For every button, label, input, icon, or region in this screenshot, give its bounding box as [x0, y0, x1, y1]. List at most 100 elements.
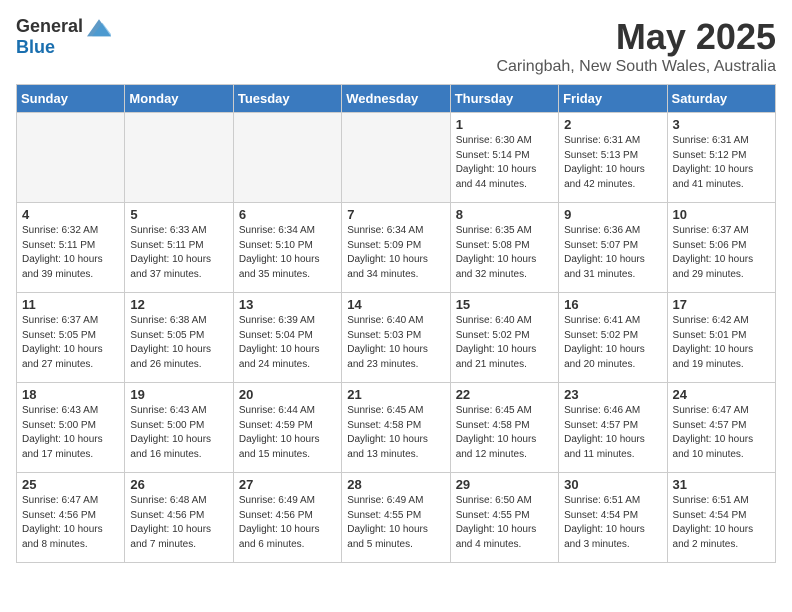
day-number: 18: [22, 387, 119, 402]
day-info: Sunrise: 6:33 AMSunset: 5:11 PMDaylight:…: [130, 224, 227, 282]
logo: General Blue: [16, 16, 111, 58]
day-number: 8: [456, 207, 553, 222]
weekday-header: Thursday: [450, 85, 558, 113]
day-number: 30: [564, 477, 661, 492]
day-number: 19: [130, 387, 227, 402]
day-info: Sunrise: 6:47 AMSunset: 4:57 PMDaylight:…: [673, 404, 770, 462]
day-info: Sunrise: 6:43 AMSunset: 5:00 PMDaylight:…: [22, 404, 119, 462]
calendar-cell: 24 Sunrise: 6:47 AMSunset: 4:57 PMDayligh…: [667, 383, 775, 473]
calendar-cell: 11 Sunrise: 6:37 AMSunset: 5:05 PMDayligh…: [17, 293, 125, 383]
day-info: Sunrise: 6:49 AMSunset: 4:56 PMDaylight:…: [239, 494, 336, 552]
calendar-week-row: 25 Sunrise: 6:47 AMSunset: 4:56 PMDayligh…: [17, 473, 776, 563]
day-number: 7: [347, 207, 444, 222]
day-info: Sunrise: 6:43 AMSunset: 5:00 PMDaylight:…: [130, 404, 227, 462]
calendar-cell: 9Sunrise: 6:36 AMSunset: 5:07 PMDaylight…: [559, 203, 667, 293]
weekday-header: Sunday: [17, 85, 125, 113]
day-number: 23: [564, 387, 661, 402]
calendar-cell: [125, 113, 233, 203]
calendar-cell: 21 Sunrise: 6:45 AMSunset: 4:58 PMDayligh…: [342, 383, 450, 473]
weekday-header: Friday: [559, 85, 667, 113]
day-info: Sunrise: 6:49 AMSunset: 4:55 PMDaylight:…: [347, 494, 444, 552]
day-number: 29: [456, 477, 553, 492]
day-info: Sunrise: 6:41 AMSunset: 5:02 PMDaylight:…: [564, 314, 661, 372]
calendar-cell: 5 Sunrise: 6:33 AMSunset: 5:11 PMDaylight…: [125, 203, 233, 293]
day-number: 28: [347, 477, 444, 492]
day-number: 4: [22, 207, 119, 222]
calendar-cell: 19 Sunrise: 6:43 AMSunset: 5:00 PMDayligh…: [125, 383, 233, 473]
day-number: 12: [130, 297, 227, 312]
day-number: 14: [347, 297, 444, 312]
day-info: Sunrise: 6:44 AMSunset: 4:59 PMDaylight:…: [239, 404, 336, 462]
calendar-cell: 16 Sunrise: 6:41 AMSunset: 5:02 PMDayligh…: [559, 293, 667, 383]
day-number: 6: [239, 207, 336, 222]
calendar-cell: 15 Sunrise: 6:40 AMSunset: 5:02 PMDayligh…: [450, 293, 558, 383]
calendar-cell: 1Sunrise: 6:30 AMSunset: 5:14 PMDaylight…: [450, 113, 558, 203]
calendar-cell: 4 Sunrise: 6:32 AMSunset: 5:11 PMDaylight…: [17, 203, 125, 293]
calendar-week-row: 11 Sunrise: 6:37 AMSunset: 5:05 PMDayligh…: [17, 293, 776, 383]
calendar-week-row: 18 Sunrise: 6:43 AMSunset: 5:00 PMDayligh…: [17, 383, 776, 473]
day-info: Sunrise: 6:31 AMSunset: 5:12 PMDaylight:…: [673, 134, 770, 192]
calendar-cell: 17 Sunrise: 6:42 AMSunset: 5:01 PMDayligh…: [667, 293, 775, 383]
calendar-cell: 22 Sunrise: 6:45 AMSunset: 4:58 PMDayligh…: [450, 383, 558, 473]
day-number: 5: [130, 207, 227, 222]
day-number: 11: [22, 297, 119, 312]
weekday-header: Tuesday: [233, 85, 341, 113]
calendar-cell: 14 Sunrise: 6:40 AMSunset: 5:03 PMDayligh…: [342, 293, 450, 383]
location-title: Caringbah, New South Wales, Australia: [496, 58, 776, 76]
day-info: Sunrise: 6:48 AMSunset: 4:56 PMDaylight:…: [130, 494, 227, 552]
calendar-cell: 18 Sunrise: 6:43 AMSunset: 5:00 PMDayligh…: [17, 383, 125, 473]
weekday-header: Saturday: [667, 85, 775, 113]
calendar-cell: 25 Sunrise: 6:47 AMSunset: 4:56 PMDayligh…: [17, 473, 125, 563]
day-info: Sunrise: 6:51 AMSunset: 4:54 PMDaylight:…: [673, 494, 770, 552]
day-info: Sunrise: 6:47 AMSunset: 4:56 PMDaylight:…: [22, 494, 119, 552]
day-info: Sunrise: 6:46 AMSunset: 4:57 PMDaylight:…: [564, 404, 661, 462]
day-info: Sunrise: 6:40 AMSunset: 5:03 PMDaylight:…: [347, 314, 444, 372]
day-number: 9: [564, 207, 661, 222]
calendar-week-row: 1Sunrise: 6:30 AMSunset: 5:14 PMDaylight…: [17, 113, 776, 203]
day-number: 1: [456, 117, 553, 132]
month-title: May 2025: [496, 16, 776, 58]
day-number: 31: [673, 477, 770, 492]
day-info: Sunrise: 6:38 AMSunset: 5:05 PMDaylight:…: [130, 314, 227, 372]
calendar-week-row: 4 Sunrise: 6:32 AMSunset: 5:11 PMDaylight…: [17, 203, 776, 293]
calendar-cell: 26 Sunrise: 6:48 AMSunset: 4:56 PMDayligh…: [125, 473, 233, 563]
day-info: Sunrise: 6:42 AMSunset: 5:01 PMDaylight:…: [673, 314, 770, 372]
calendar-header-row: SundayMondayTuesdayWednesdayThursdayFrid…: [17, 85, 776, 113]
day-info: Sunrise: 6:32 AMSunset: 5:11 PMDaylight:…: [22, 224, 119, 282]
calendar-cell: 10Sunrise: 6:37 AMSunset: 5:06 PMDayligh…: [667, 203, 775, 293]
day-info: Sunrise: 6:45 AMSunset: 4:58 PMDaylight:…: [456, 404, 553, 462]
day-info: Sunrise: 6:37 AMSunset: 5:06 PMDaylight:…: [673, 224, 770, 282]
day-number: 3: [673, 117, 770, 132]
day-info: Sunrise: 6:31 AMSunset: 5:13 PMDaylight:…: [564, 134, 661, 192]
calendar-cell: 12 Sunrise: 6:38 AMSunset: 5:05 PMDayligh…: [125, 293, 233, 383]
calendar-cell: 20 Sunrise: 6:44 AMSunset: 4:59 PMDayligh…: [233, 383, 341, 473]
calendar-cell: 2 Sunrise: 6:31 AMSunset: 5:13 PMDaylight…: [559, 113, 667, 203]
day-number: 24: [673, 387, 770, 402]
day-number: 22: [456, 387, 553, 402]
calendar-cell: 7 Sunrise: 6:34 AMSunset: 5:09 PMDaylight…: [342, 203, 450, 293]
day-number: 13: [239, 297, 336, 312]
logo-icon: [87, 17, 111, 37]
title-block: May 2025 Caringbah, New South Wales, Aus…: [496, 16, 776, 76]
day-info: Sunrise: 6:37 AMSunset: 5:05 PMDaylight:…: [22, 314, 119, 372]
day-info: Sunrise: 6:35 AMSunset: 5:08 PMDaylight:…: [456, 224, 553, 282]
day-number: 17: [673, 297, 770, 312]
calendar-cell: 27 Sunrise: 6:49 AMSunset: 4:56 PMDayligh…: [233, 473, 341, 563]
day-number: 2: [564, 117, 661, 132]
calendar-cell: [233, 113, 341, 203]
day-number: 26: [130, 477, 227, 492]
day-number: 16: [564, 297, 661, 312]
day-info: Sunrise: 6:34 AMSunset: 5:10 PMDaylight:…: [239, 224, 336, 282]
day-info: Sunrise: 6:51 AMSunset: 4:54 PMDaylight:…: [564, 494, 661, 552]
day-info: Sunrise: 6:34 AMSunset: 5:09 PMDaylight:…: [347, 224, 444, 282]
calendar-cell: 6 Sunrise: 6:34 AMSunset: 5:10 PMDaylight…: [233, 203, 341, 293]
day-number: 20: [239, 387, 336, 402]
day-info: Sunrise: 6:40 AMSunset: 5:02 PMDaylight:…: [456, 314, 553, 372]
day-number: 15: [456, 297, 553, 312]
calendar-cell: 23 Sunrise: 6:46 AMSunset: 4:57 PMDayligh…: [559, 383, 667, 473]
day-info: Sunrise: 6:45 AMSunset: 4:58 PMDaylight:…: [347, 404, 444, 462]
day-number: 27: [239, 477, 336, 492]
day-number: 25: [22, 477, 119, 492]
day-number: 21: [347, 387, 444, 402]
calendar-cell: 30 Sunrise: 6:51 AMSunset: 4:54 PMDayligh…: [559, 473, 667, 563]
